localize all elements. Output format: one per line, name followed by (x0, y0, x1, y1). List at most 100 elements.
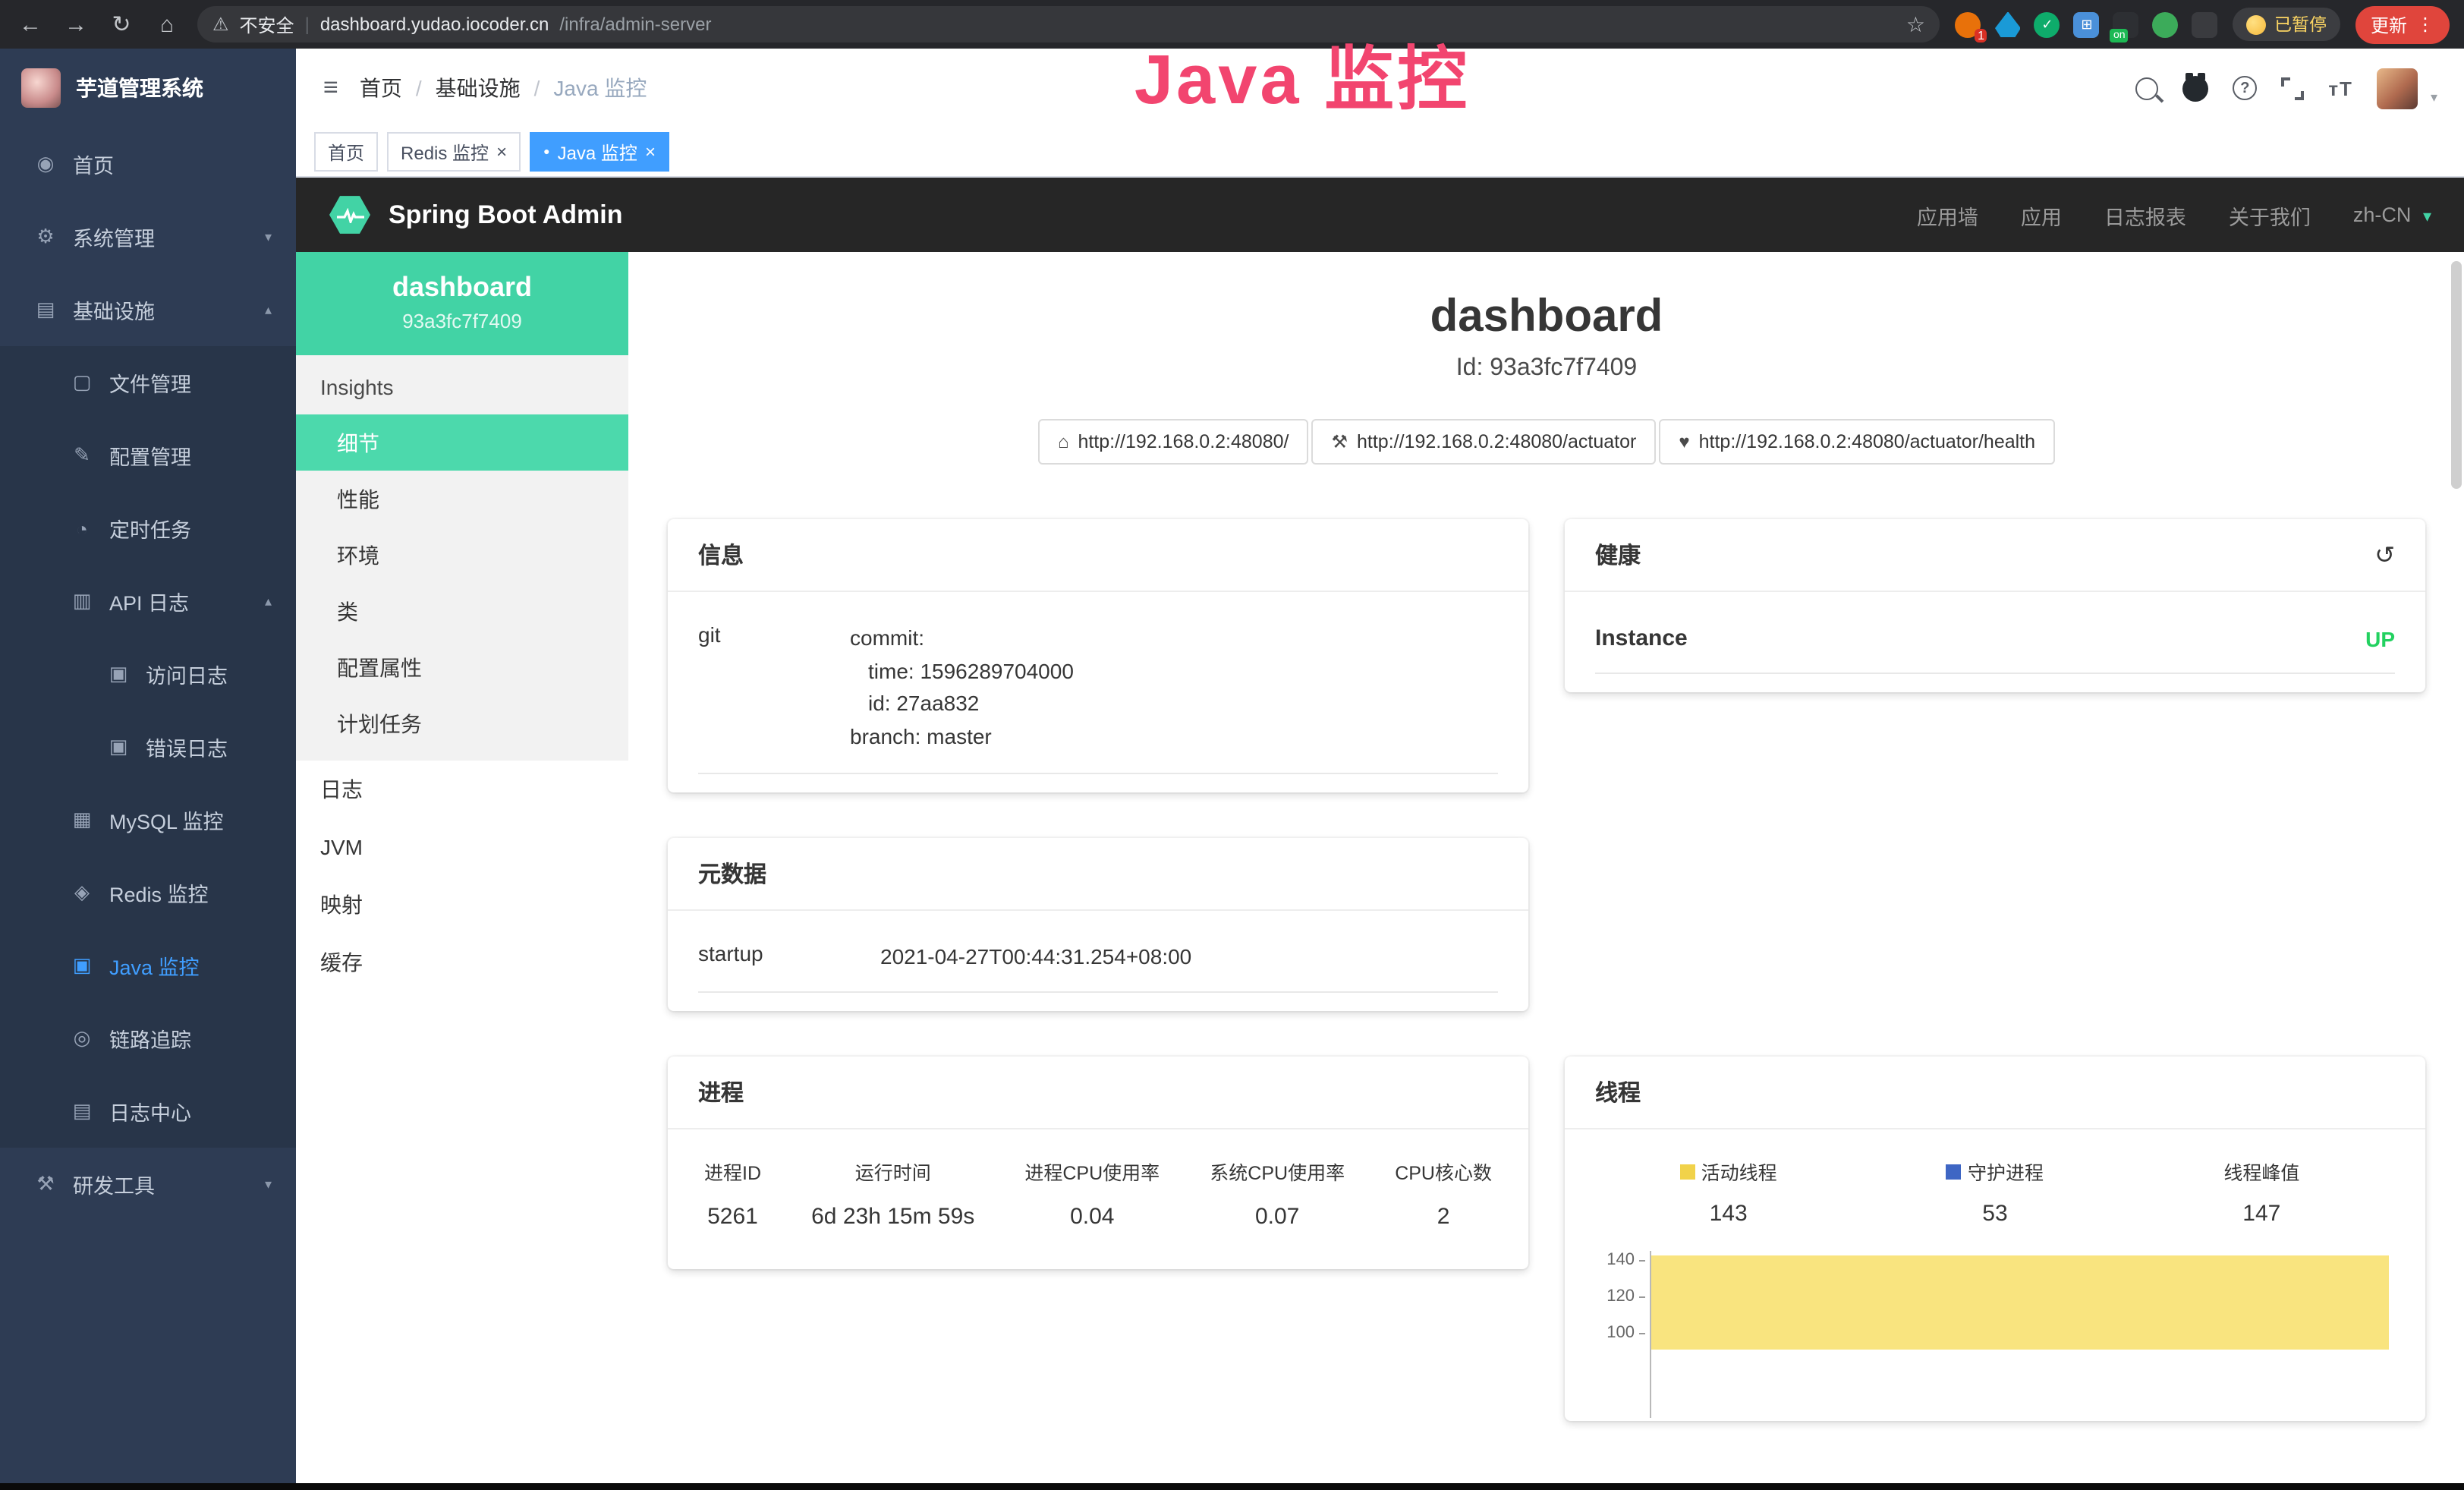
home-icon[interactable]: ⌂ (152, 11, 182, 37)
menu-item-jvm[interactable]: JVM (296, 818, 628, 876)
breadcrumb-item[interactable]: 基础设施 (436, 73, 521, 103)
instance-header[interactable]: dashboard 93a3fc7f7409 (296, 252, 628, 355)
sba-language-select[interactable]: zh-CN ▾ (2353, 203, 2431, 226)
info-key: git (698, 622, 850, 754)
sidebar-item-cron[interactable]: ◔ 定时任务 (0, 492, 296, 565)
git-id-line: id: 27aa832 (850, 688, 1498, 721)
sidebar-item-mysql[interactable]: ▦ MySQL 监控 (0, 783, 296, 856)
sidebar-item-log-center[interactable]: ▤ 日志中心 (0, 1075, 296, 1148)
live-threads-area (1651, 1256, 2389, 1350)
legend-value: 147 (2129, 1202, 2395, 1227)
sidebar-item-error-log[interactable]: ▣ 错误日志 (0, 710, 296, 783)
tab-java-monitor[interactable]: ● Java 监控 × (530, 132, 669, 172)
git-time-line: time: 1596289704000 (850, 655, 1498, 688)
extension-leaf-icon[interactable] (2153, 11, 2179, 37)
sidebar-item-trace[interactable]: ◎ 链路追踪 (0, 1002, 296, 1075)
sidebar-item-system[interactable]: ⚙ 系统管理 ▾ (0, 200, 296, 273)
tab-redis-monitor[interactable]: Redis 监控 × (387, 132, 521, 172)
breadcrumb-item[interactable]: 首页 (360, 73, 402, 103)
sidebar-item-access-log[interactable]: ▣ 访问日志 (0, 638, 296, 710)
legend-col-peak: 线程峰值 147 (2129, 1158, 2395, 1227)
reload-icon[interactable]: ↻ (106, 11, 137, 38)
search-icon[interactable] (2135, 77, 2158, 99)
trace-icon: ◎ (70, 1026, 94, 1051)
info-card: 信息 git commit: time: 1596289704000 id: 2… (668, 519, 1528, 792)
menu-item-config-props[interactable]: 配置属性 (296, 639, 628, 695)
sba-nav-wallboard[interactable]: 应用墙 (1917, 200, 1978, 230)
sidebar-item-label: 日志中心 (109, 1096, 191, 1126)
menu-item-label: 类 (337, 596, 358, 626)
extension-badge: 1 (1975, 28, 1987, 42)
user-avatar[interactable] (2377, 68, 2418, 109)
sba-brand-title[interactable]: Spring Boot Admin (389, 200, 623, 230)
sidebar-item-file[interactable]: ▢ 文件管理 (0, 346, 296, 419)
extension-dark-icon[interactable] (2192, 11, 2218, 37)
close-icon[interactable]: × (496, 141, 507, 162)
service-url-button[interactable]: ⌂ http://192.168.0.2:48080/ (1038, 419, 1309, 465)
history-icon[interactable]: ↺ (2374, 540, 2395, 570)
menu-item-label: 配置属性 (337, 652, 422, 682)
sidebar-item-label: MySQL 监控 (109, 805, 224, 835)
url-host: dashboard.yudao.iocoder.cn (320, 14, 549, 35)
extension-switch-icon[interactable]: on (2113, 11, 2139, 37)
sidebar-item-java-monitor[interactable]: ▣ Java 监控 (0, 929, 296, 1002)
security-label[interactable]: 不安全 (240, 11, 294, 37)
process-col-header: 进程CPU使用率 (1024, 1158, 1160, 1186)
actuator-url: http://192.168.0.2:48080/actuator (1357, 431, 1636, 452)
close-icon[interactable]: × (645, 141, 656, 162)
bookmark-star-icon[interactable]: ☆ (1906, 11, 1925, 37)
threads-card-title: 线程 (1595, 1077, 1641, 1109)
extension-grid-icon[interactable]: ⊞ (2074, 11, 2100, 37)
paused-badge[interactable]: 已暂停 (2233, 8, 2340, 41)
actuator-url-button[interactable]: ⚒ http://192.168.0.2:48080/actuator (1311, 419, 1656, 465)
sidebar-item-dev-tools[interactable]: ⚒ 研发工具 ▾ (0, 1148, 296, 1221)
menu-item-scheduled-tasks[interactable]: 计划任务 (296, 695, 628, 751)
app-logo[interactable]: 芋道管理系统 (0, 49, 296, 128)
sba-nav-applications[interactable]: 应用 (2021, 200, 2062, 230)
extension-check-icon[interactable]: ✓ (2034, 11, 2060, 37)
address-bar[interactable]: ⚠ 不安全 | dashboard.yudao.iocoder.cn/infra… (197, 6, 1940, 43)
process-col-value: 6d 23h 15m 59s (811, 1205, 974, 1230)
sidebar-item-infra[interactable]: ▤ 基础设施 ▴ (0, 273, 296, 346)
legend-value: 143 (1595, 1202, 1861, 1227)
sidebar-item-home[interactable]: ◉ 首页 (0, 128, 296, 200)
menu-item-details[interactable]: 细节 (296, 414, 628, 471)
info-row-git: git commit: time: 1596289704000 id: 27aa… (698, 601, 1498, 774)
browser-menu-icon[interactable]: ⋮ (2416, 14, 2434, 35)
extension-orange-icon[interactable]: 1 (1956, 11, 1981, 37)
sidebar-item-redis[interactable]: ◈ Redis 监控 (0, 856, 296, 929)
scrollbar-thumb[interactable] (2451, 261, 2462, 489)
menu-item-environment[interactable]: 环境 (296, 527, 628, 583)
chevron-up-icon: ▴ (265, 593, 272, 610)
forward-icon[interactable]: → (61, 11, 91, 37)
extension-drop-icon[interactable] (1995, 11, 2021, 37)
health-url-button[interactable]: ♥ http://192.168.0.2:48080/actuator/heal… (1659, 419, 2055, 465)
mysql-icon: ▦ (70, 808, 94, 832)
menu-item-caches[interactable]: 缓存 (296, 934, 628, 991)
log-center-icon: ▤ (70, 1099, 94, 1123)
menu-item-label: 细节 (337, 427, 379, 458)
annotation-text: Java 监控 (1134, 24, 1470, 124)
sba-nav-about[interactable]: 关于我们 (2229, 200, 2311, 230)
help-icon[interactable]: ? (2233, 76, 2257, 100)
collapse-menu-icon[interactable]: ≡ (323, 73, 338, 103)
sidebar-item-label: 定时任务 (109, 513, 191, 543)
chevron-down-icon: ▾ (265, 1176, 272, 1192)
menu-item-mappings[interactable]: 映射 (296, 876, 628, 934)
url-path: /infra/admin-server (559, 14, 711, 35)
sidebar-item-api-log[interactable]: ▥ API 日志 ▴ (0, 565, 296, 638)
home-icon: ⌂ (1058, 431, 1069, 452)
menu-item-metrics[interactable]: 性能 (296, 471, 628, 527)
menu-item-logs[interactable]: 日志 (296, 761, 628, 818)
fullscreen-icon[interactable] (2281, 77, 2304, 99)
menu-item-classes[interactable]: 类 (296, 583, 628, 639)
update-button[interactable]: 更新 ⋮ (2355, 5, 2450, 43)
sba-nav-journal[interactable]: 日志报表 (2104, 200, 2186, 230)
tab-home[interactable]: 首页 (314, 132, 378, 172)
sidebar-item-config[interactable]: ✎ 配置管理 (0, 419, 296, 492)
github-icon[interactable] (2182, 75, 2208, 101)
sidebar-item-label: 系统管理 (73, 222, 155, 252)
back-icon[interactable]: ← (15, 11, 46, 37)
process-col-header: 系统CPU使用率 (1210, 1158, 1345, 1186)
font-size-icon[interactable]: тT (2328, 77, 2353, 99)
